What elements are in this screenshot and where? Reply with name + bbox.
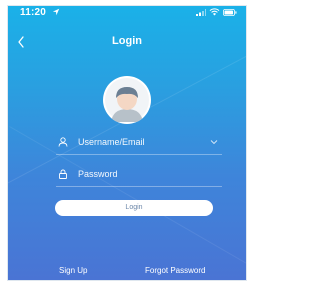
wifi-icon — [209, 8, 220, 16]
forgot-password-link[interactable]: Forgot Password — [145, 266, 205, 275]
sign-up-link[interactable]: Sign Up — [59, 266, 87, 275]
avatar-person-icon — [105, 78, 149, 122]
status-bar: 11:20 — [8, 6, 246, 20]
battery-icon — [223, 9, 237, 16]
page-title: Login — [112, 35, 142, 47]
username-input[interactable] — [78, 135, 198, 149]
chevron-down-icon[interactable] — [210, 139, 218, 145]
nav-bar: Login — [8, 32, 246, 54]
login-button[interactable]: Login — [55, 200, 213, 216]
status-time: 11:20 — [20, 7, 47, 18]
user-icon — [58, 137, 68, 147]
password-input[interactable] — [78, 167, 198, 181]
login-screen: 11:20 Login Username/Email Login Sign Up… — [8, 6, 246, 280]
screenshot-frame: 11:20 Login Username/Email Login Sign Up… — [0, 0, 254, 292]
username-field — [56, 132, 222, 155]
avatar — [103, 76, 151, 124]
location-arrow-icon — [52, 8, 60, 16]
signal-bars-icon — [196, 9, 206, 16]
lock-icon — [59, 169, 67, 179]
password-field — [56, 164, 222, 187]
